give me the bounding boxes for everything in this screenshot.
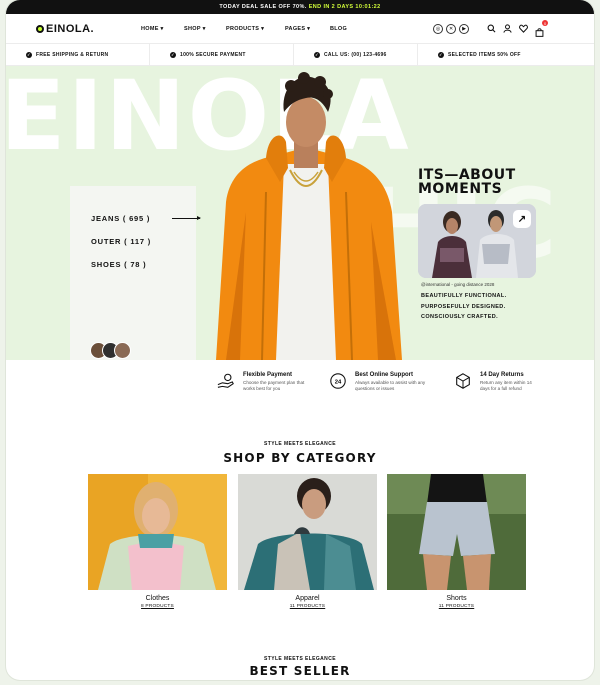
youtube-icon[interactable]: ▶ <box>459 23 470 34</box>
strip-item: ✓ FREE SHIPPING & RETURN <box>6 44 150 65</box>
category-card-apparel[interactable]: Apparel 11 PRODUCTS <box>238 474 377 609</box>
promo-countdown: END IN 2 DAYS 10:01:22 <box>308 4 381 10</box>
category-name: Shorts <box>446 595 467 602</box>
nav-home[interactable]: HOME ▾ <box>141 26 184 32</box>
category-card-shorts[interactable]: Shorts 11 PRODUCTS <box>387 474 526 609</box>
customer-avatars <box>90 342 131 359</box>
hero-slogan: BEAUTIFULLY FUNCTIONAL. PURPOSEFULLY DES… <box>421 293 507 320</box>
category-title: SHOP BY CATEGORY <box>223 451 377 465</box>
logo-mark-icon <box>36 24 44 33</box>
check-icon: ✓ <box>170 51 176 58</box>
hero-banner: EINOLA HIC JEANS ( 695 ) OUTER ( 117 ) S… <box>6 66 594 360</box>
nav-shop[interactable]: SHOP ▾ <box>184 26 226 32</box>
hero-category-shoes[interactable]: SHOES ( 78 ) <box>91 260 146 269</box>
strip-item: ✓ 100% SECURE PAYMENT <box>150 44 294 65</box>
hero-category-outer[interactable]: OUTER ( 117 ) <box>91 237 151 246</box>
category-card-clothes[interactable]: Clothes 8 PRODUCTS <box>88 474 227 609</box>
hero-model-image <box>216 72 402 360</box>
promo-topbar: TODAY DEAL SALE OFF 70%. END IN 2 DAYS 1… <box>6 0 594 14</box>
page: TODAY DEAL SALE OFF 70%. END IN 2 DAYS 1… <box>6 0 594 680</box>
service-title: 14 Day Returns <box>480 372 524 378</box>
logo[interactable]: EINOLA. <box>36 23 141 35</box>
check-icon: ✓ <box>26 51 32 58</box>
category-count-link[interactable]: 8 PRODUCTS <box>88 604 227 609</box>
category-name: Clothes <box>145 595 170 602</box>
category-count-link[interactable]: 11 PRODUCTS <box>387 604 526 609</box>
heart-icon[interactable] <box>519 24 529 33</box>
site-header: EINOLA. HOME ▾ SHOP ▾ PRODUCTS ▾ PAGES ▾… <box>6 14 594 44</box>
category-image <box>238 474 377 590</box>
header-tools: 0 <box>487 20 549 37</box>
service-returns: 14 Day Returns Return any item within 14 … <box>454 372 534 392</box>
category-image <box>387 474 526 590</box>
x-icon[interactable]: ✕ <box>446 23 457 34</box>
support-24-icon: 24 <box>330 373 346 389</box>
arrow-up-right-icon: ↗ <box>513 210 531 228</box>
check-icon: ✓ <box>314 51 320 58</box>
feature-strip: ✓ FREE SHIPPING & RETURN ✓ 100% SECURE PAY… <box>6 44 594 66</box>
service-desc: Always available to assist with any ques… <box>355 380 426 391</box>
nav-pages[interactable]: PAGES ▾ <box>285 26 330 32</box>
bestseller-kicker: STYLE MEETS ELEGANCE <box>264 656 336 662</box>
bestseller-title: BEST SELLER <box>249 664 351 678</box>
category-kicker: STYLE MEETS ELEGANCE <box>264 441 336 447</box>
bag-icon <box>535 28 544 37</box>
strip-item: ✓ CALL US: (00) 123-4696 <box>294 44 418 65</box>
service-title: Flexible Payment <box>243 372 293 378</box>
logo-text: EINOLA. <box>46 22 95 35</box>
hero-category-panel: JEANS ( 695 ) OUTER ( 117 ) SHOES ( 78 ) <box>70 186 201 360</box>
hero-tagline: ITS—ABOUT MOMENTS <box>418 167 516 197</box>
svg-text:24: 24 <box>335 379 342 385</box>
main-nav: HOME ▾ SHOP ▾ PRODUCTS ▾ PAGES ▾ BLOG <box>141 26 347 32</box>
service-flexible-payment: Flexible Payment Choose the payment plan … <box>217 372 317 392</box>
check-icon: ✓ <box>438 51 444 58</box>
hand-money-icon <box>217 373 234 388</box>
hero-caption: @international - going distance 2028 <box>421 282 495 287</box>
category-image <box>88 474 227 590</box>
cart-button[interactable]: 0 <box>535 20 549 37</box>
user-icon[interactable] <box>503 24 512 33</box>
service-desc: Return any item within 14 days for a ful… <box>480 380 532 391</box>
hero-category-jeans[interactable]: JEANS ( 695 ) <box>91 214 150 223</box>
search-icon[interactable] <box>487 24 496 33</box>
category-name: Apparel <box>295 595 320 602</box>
promo-text: TODAY DEAL SALE OFF 70%. <box>219 4 307 10</box>
service-title: Best Online Support <box>355 372 414 378</box>
cart-count-badge: 0 <box>542 20 549 26</box>
instagram-icon[interactable]: ◎ <box>433 23 444 34</box>
avatar <box>114 342 131 359</box>
strip-item: ✓ SELECTED ITEMS 50% OFF <box>438 51 521 58</box>
return-box-icon <box>456 373 470 389</box>
social-links: ◎ ✕ ▶ <box>433 23 470 34</box>
service-desc: Choose the payment plan that works best … <box>243 380 305 391</box>
nav-blog[interactable]: BLOG <box>330 26 347 32</box>
services-row: Flexible Payment Choose the payment plan … <box>6 360 594 410</box>
hero-thumbnail[interactable]: ↗ <box>418 204 536 278</box>
category-count-link[interactable]: 11 PRODUCTS <box>238 604 377 609</box>
service-online-support: 24 Best Online Support Always available t… <box>329 372 429 392</box>
nav-products[interactable]: PRODUCTS ▾ <box>226 26 285 32</box>
